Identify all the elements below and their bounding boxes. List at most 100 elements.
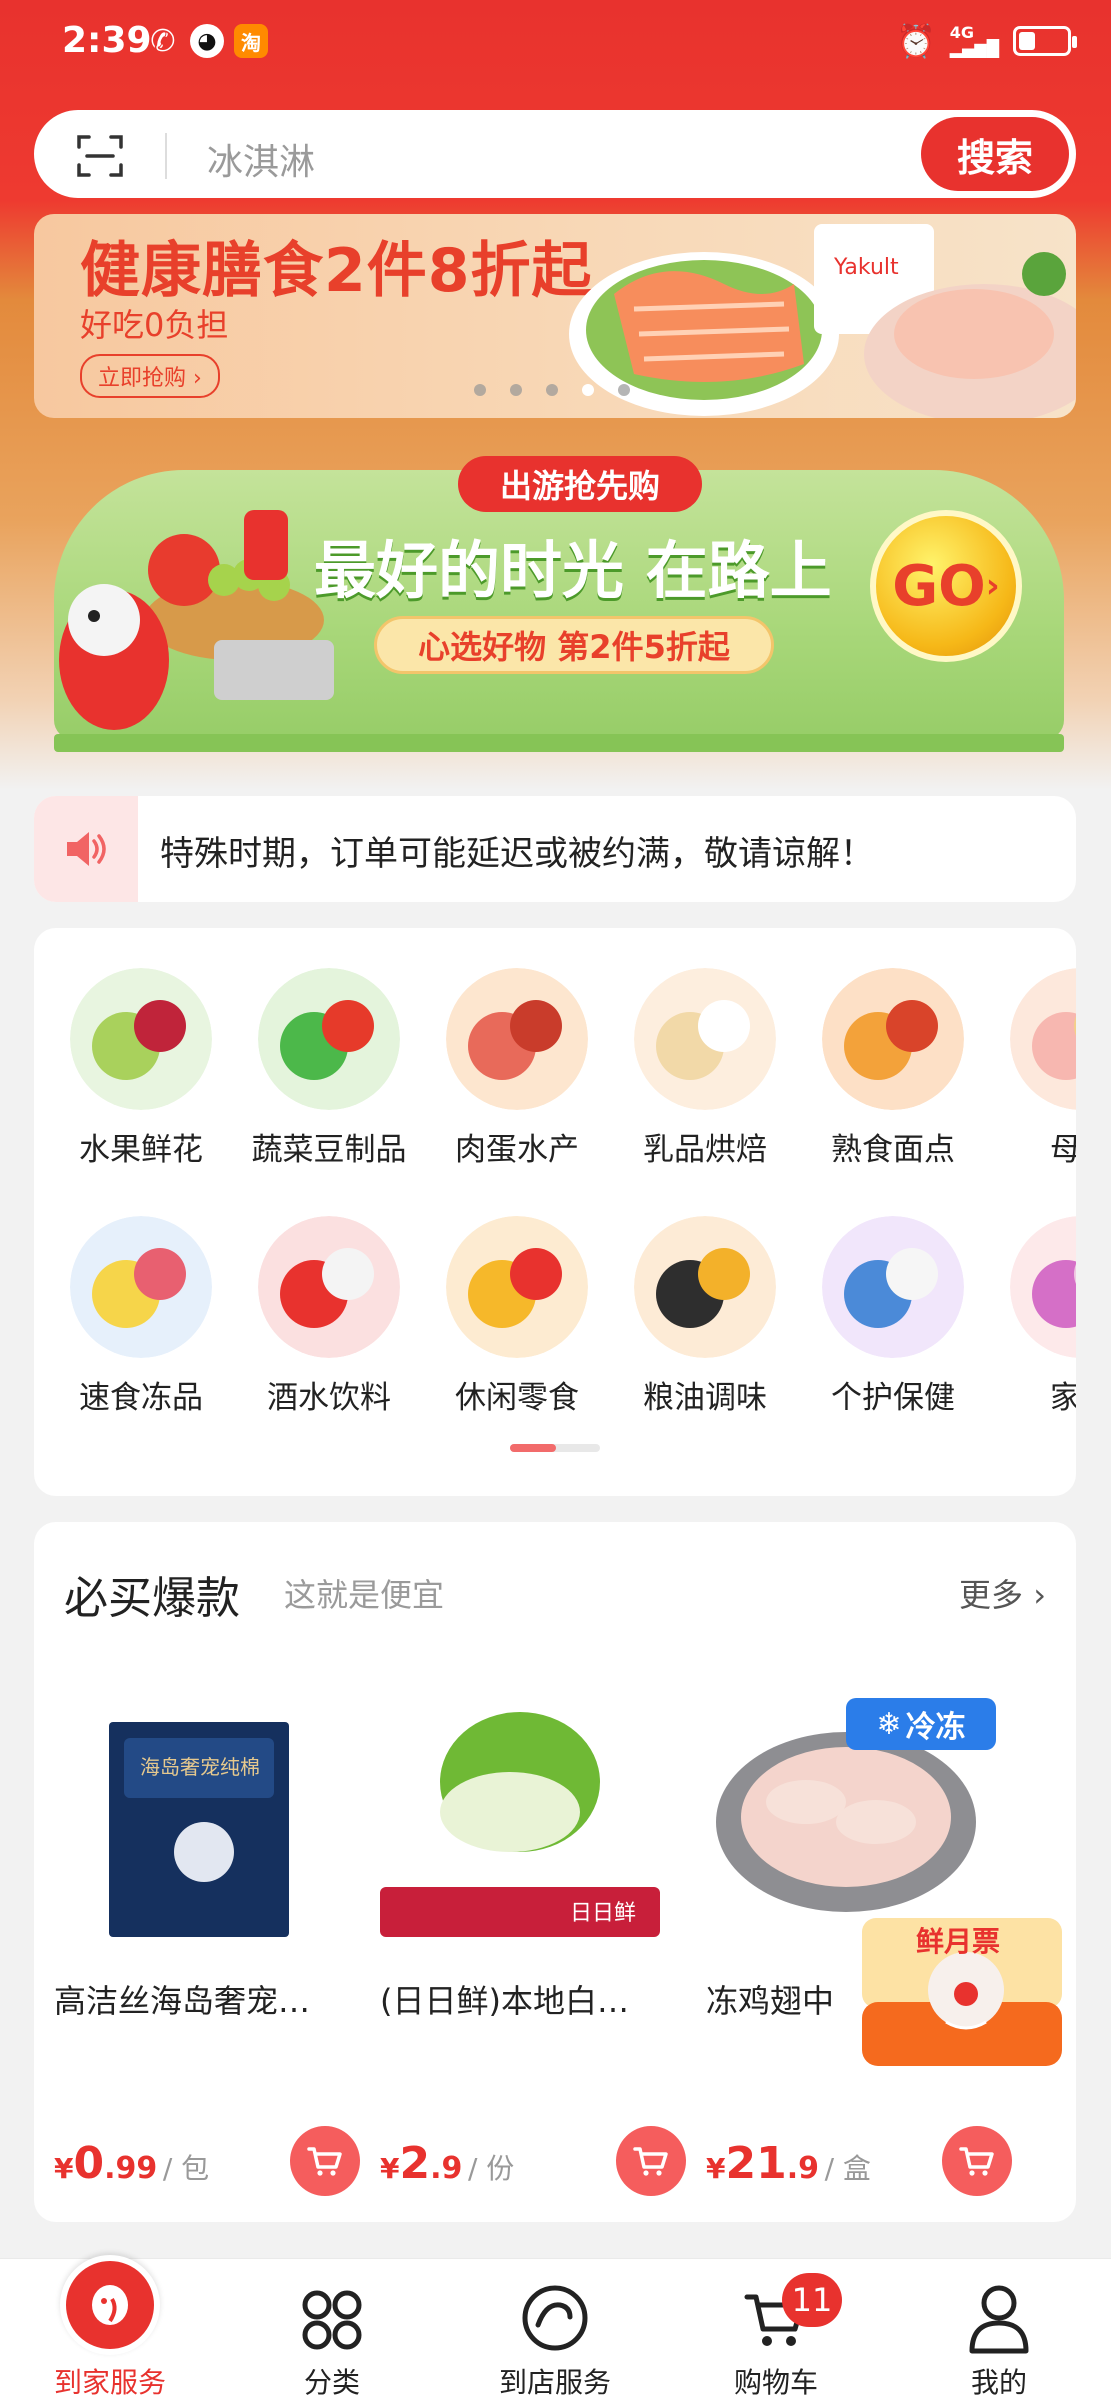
snowflake-icon: ❄ xyxy=(876,1706,902,1742)
category-icon xyxy=(302,2290,362,2350)
frozen-food-icon xyxy=(70,1216,212,1358)
nav-label: 购物车 xyxy=(733,2366,818,2398)
cooked-food-icon xyxy=(822,968,964,1110)
status-time: 2:39 xyxy=(62,20,152,61)
banner-offer: 心选好物 第2件5折起 xyxy=(374,616,774,674)
floating-promo[interactable]: 鲜月票 xyxy=(856,1902,1070,2082)
category-label: 熟食面点 xyxy=(831,1132,955,1168)
category-item[interactable]: 肉蛋水产 xyxy=(432,968,602,1169)
category-item[interactable]: 休闲零食 xyxy=(432,1216,602,1417)
search-bar[interactable]: 冰淇淋 搜索 xyxy=(34,110,1076,198)
product-image: 日日鲜 xyxy=(380,1712,660,1937)
category-label: 蔬菜豆制品 xyxy=(251,1132,407,1168)
hot-products-section: 必买爆款 这就是便宜 更多 › 海岛奢宠纯棉 高洁丝海岛奢宠… ¥0.99 / … xyxy=(34,1522,1076,2222)
fruit-icon xyxy=(70,968,212,1110)
product-price: ¥21.9 / 盒 xyxy=(706,2138,871,2189)
category-label: 母婴 xyxy=(1050,1132,1076,1168)
banner-buy-button[interactable]: 立即抢购 › xyxy=(80,354,220,398)
notification-icons: ✆ ◕ 淘 xyxy=(146,24,268,59)
category-item[interactable]: 乳品烘焙 xyxy=(620,968,790,1169)
taobao-icon: 淘 xyxy=(234,24,268,58)
bottom-navigation: 到家服务 分类 到店服务 购物车 11 我的 xyxy=(0,2255,1111,2398)
category-label: 乳品烘焙 xyxy=(643,1132,767,1168)
carousel-dot[interactable] xyxy=(474,384,486,396)
category-label: 家清 xyxy=(1050,1380,1076,1416)
carousel-dot[interactable] xyxy=(618,384,630,396)
search-button[interactable]: 搜索 xyxy=(921,117,1069,191)
category-label: 粮油调味 xyxy=(643,1380,767,1416)
chicken-breast-image: Yakult xyxy=(814,224,1076,418)
promo-banner-carousel[interactable]: 健康膳食2件8折起 好吃0负担 立即抢购 › Yakult xyxy=(34,214,1076,418)
snacks-icon xyxy=(446,1216,588,1358)
nav-label: 分类 xyxy=(303,2366,360,2398)
search-input[interactable]: 冰淇淋 xyxy=(207,133,315,185)
nav-cart[interactable]: 购物车 11 xyxy=(696,2269,856,2398)
dairy-icon xyxy=(634,968,776,1110)
add-to-cart-button[interactable] xyxy=(942,2126,1012,2196)
chevron-right-icon: › xyxy=(1033,1576,1046,1614)
product-price: ¥2.9 / 份 xyxy=(380,2138,515,2189)
go-button[interactable]: GO › xyxy=(870,510,1022,662)
baby-icon xyxy=(1010,968,1076,1110)
household-icon xyxy=(1010,1216,1076,1358)
meat-icon xyxy=(446,968,588,1110)
category-label: 酒水饮料 xyxy=(267,1380,391,1416)
category-grid: 水果鲜花 蔬菜豆制品 肉蛋水产 乳品烘焙 熟食面点 母婴速食冻品 酒水饮料 休闲零食 粮油调味 个… xyxy=(34,928,1076,1496)
category-item[interactable]: 母婴 xyxy=(996,968,1076,1169)
nav-store-service[interactable]: 到店服务 xyxy=(475,2269,635,2398)
signal-icon: 4G ▂▄▆█ xyxy=(949,23,999,58)
category-item[interactable]: 熟食面点 xyxy=(808,968,978,1169)
product-card[interactable]: 海岛奢宠纯棉 高洁丝海岛奢宠… ¥0.99 / 包 xyxy=(44,1682,360,2202)
add-to-cart-button[interactable] xyxy=(290,2126,360,2196)
svg-text:Yakult: Yakult xyxy=(833,255,899,280)
category-item[interactable]: 粮油调味 xyxy=(620,1216,790,1417)
drinks-icon xyxy=(258,1216,400,1358)
more-link[interactable]: 更多 › xyxy=(959,1570,1046,1616)
product-image: 海岛奢宠纯棉 xyxy=(109,1722,289,1937)
nav-profile[interactable]: 我的 xyxy=(919,2269,1079,2398)
category-item[interactable]: 个护保健 xyxy=(808,1216,978,1417)
promo-label: 鲜月票 xyxy=(916,1925,1001,1958)
add-to-cart-button[interactable] xyxy=(616,2126,686,2196)
banner-subtitle: 好吃0负担 xyxy=(80,306,229,344)
carousel-dot[interactable] xyxy=(546,384,558,396)
system-icons: ⏰ 4G ▂▄▆█ xyxy=(895,22,1077,60)
category-item[interactable]: 速食冻品 xyxy=(56,1216,226,1417)
category-item[interactable]: 酒水饮料 xyxy=(244,1216,414,1417)
nav-home-service[interactable]: 到家服务 xyxy=(30,2255,190,2398)
carousel-dot[interactable] xyxy=(582,384,594,396)
category-label: 个护保健 xyxy=(831,1380,955,1416)
product-price: ¥0.99 / 包 xyxy=(54,2138,210,2189)
svg-text:海岛奢宠纯棉: 海岛奢宠纯棉 xyxy=(140,1755,260,1779)
notice-bar[interactable]: 特殊时期，订单可能延迟或被约满，敬请谅解！ xyxy=(34,796,1076,902)
travel-promo-banner[interactable]: 出游抢先购 最好的时光 在路上 心选好物 第2件5折起 GO › xyxy=(34,450,1076,764)
speaker-icon xyxy=(34,796,138,902)
category-item[interactable]: 水果鲜花 xyxy=(56,968,226,1169)
category-item[interactable]: 家清 xyxy=(996,1216,1076,1417)
banner-tag: 出游抢先购 xyxy=(458,456,702,512)
product-card[interactable]: 日日鲜 (日日鲜)本地白… ¥2.9 / 份 xyxy=(370,1682,686,2202)
svg-text:日日鲜: 日日鲜 xyxy=(570,1901,636,1926)
nav-label: 到家服务 xyxy=(53,2366,166,2398)
section-subtitle: 这就是便宜 xyxy=(284,1576,445,1614)
category-item[interactable]: 蔬菜豆制品 xyxy=(244,968,414,1169)
cart-count-badge: 11 xyxy=(782,2273,842,2327)
personal-care-icon xyxy=(822,1216,964,1358)
home-service-icon xyxy=(60,2255,160,2355)
nav-label: 我的 xyxy=(970,2366,1027,2398)
carousel-dots xyxy=(474,384,630,396)
nav-label: 到店服务 xyxy=(498,2366,611,2398)
category-label: 休闲零食 xyxy=(455,1380,579,1416)
section-title: 必买爆款 xyxy=(64,1573,240,1624)
category-label: 水果鲜花 xyxy=(79,1132,203,1168)
store-service-icon xyxy=(522,2285,588,2351)
category-scroll-indicator xyxy=(510,1444,600,1452)
vegetable-icon xyxy=(258,968,400,1110)
scan-icon[interactable] xyxy=(75,131,125,181)
banner-title: 健康膳食2件8折起 xyxy=(80,236,593,306)
banner-title: 最好的时光 在路上 xyxy=(314,534,832,607)
nav-category[interactable]: 分类 xyxy=(252,2269,412,2398)
alarm-icon: ⏰ xyxy=(895,22,936,60)
grain-oil-icon xyxy=(634,1216,776,1358)
carousel-dot[interactable] xyxy=(510,384,522,396)
